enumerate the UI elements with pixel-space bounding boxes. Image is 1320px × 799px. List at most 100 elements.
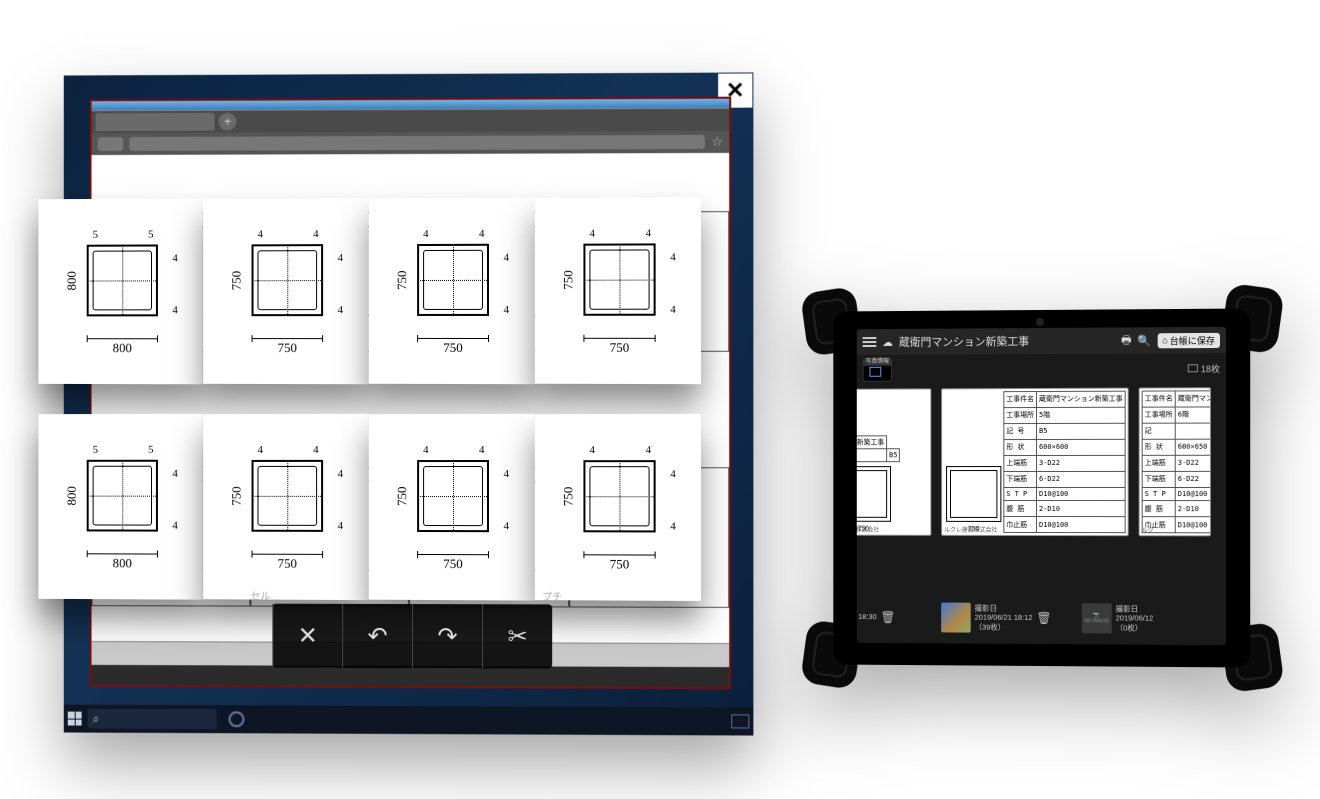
trash-icon[interactable]: 🗑 [880,610,895,624]
card-cell: 5階 [1037,407,1126,423]
card-cell: 6-D22 [1037,471,1126,487]
side-count: 4 [504,468,510,480]
card-cell: D10@100 [1037,487,1126,501]
url-field[interactable] [129,135,705,151]
cross-section-tile[interactable]: 4444750750 [368,197,534,384]
card-cell: 下端筋 [1142,471,1175,487]
top-count: 4 [589,228,595,240]
card-cell: 6-D22 [1175,471,1211,487]
card-cell: 3-D22 [1037,455,1126,471]
taskbar-search[interactable]: ⌕ [88,709,217,729]
side-count: 4 [172,252,177,264]
card-cell: D10@100 [1175,517,1211,533]
toolbar-redo-button[interactable]: ↷ [412,604,482,668]
taskbar-tray[interactable] [731,714,749,728]
card-cell: B5 [1037,423,1126,439]
card-cell: 記 号 [857,449,887,462]
bookmark-icon[interactable]: ☆ [711,134,723,150]
cross-section-tile[interactable]: 4 4 4 4 750 750 [203,198,368,384]
top-count: 4 [313,444,318,456]
card-diagram [946,466,1001,522]
tablet-device: ☁ 蔵衛門マンション新築工事 🖶 🔍 ⌂ 台帳に保存 写真情報 18枚 [804,286,1280,690]
blackboard-card[interactable]: 750工事件名蔵衛門マンション新築工事工事場所5階記 号B5形 状600×600… [941,388,1129,537]
photo-info-chip[interactable]: 写真情報 [863,358,892,382]
printer-icon[interactable]: 🖶 [1121,331,1131,350]
height-dim: 750 [561,244,575,316]
card-cell: 形 状 [1004,439,1037,455]
height-dim: 750 [395,460,409,532]
search-icon: ⌕ [93,711,100,726]
side-count: 4 [172,468,177,480]
menu-icon[interactable] [863,337,877,347]
crop-toolbar: セル プチ ✕ ↶ ↷ ✂ [272,604,552,669]
card-footer: ルクレ建設株式会社 [944,525,997,534]
card-cell: S T P [1004,487,1037,500]
card-cell: 腹 筋 [1004,501,1037,517]
counter-icon [1188,364,1198,372]
search-icon[interactable]: 🔍 [1138,334,1152,347]
card-footer: ルクレ建設株式会社 [857,525,880,534]
card-cell: B5 [887,449,900,462]
cortana-icon[interactable] [229,711,245,727]
cross-section-tile[interactable]: 4444750750 [368,414,534,601]
app-bar: ☁ 蔵衛門マンション新築工事 🖶 🔍 ⌂ 台帳に保存 [857,327,1226,355]
photo-icon [869,367,881,377]
top-count: 4 [423,228,428,240]
top-count: 4 [423,444,428,456]
cross-section-tile[interactable]: 5544800800 [38,198,202,384]
blackboard-card[interactable]: 工事件名蔵衛門マンショ工事場所6階記形 状600×650上端筋3-D22下端筋6… [1139,387,1211,536]
photo-thumbnail[interactable] [941,603,971,633]
new-tab-button[interactable]: + [219,113,237,131]
card-cell: ンション新築工事 [857,436,887,449]
nav-back-icon[interactable] [97,137,123,151]
side-count: 4 [670,304,676,316]
strip-line2: 2019/06/12 [1116,614,1154,624]
browser-tab[interactable] [95,113,214,131]
side-count: 4 [172,520,177,532]
width-dim: 750 [443,340,462,355]
card-cell: 記 [1142,423,1175,439]
top-count: 4 [313,228,318,240]
side-count: 4 [172,304,177,316]
strip-line3: （0枚） [1116,623,1154,633]
photo-strip[interactable]: 影日019/06/21 18:3039枚)🗑 [857,595,932,639]
counter-label: 18枚 [1201,362,1220,375]
save-label: 台帳に保存 [1170,333,1215,346]
blackboard-card[interactable]: ンション新築工事記 号B5750ルクレ建設株式会社 [857,388,932,535]
card-cell: 3-D22 [1175,455,1211,471]
width-dim: 750 [278,340,297,355]
trash-icon[interactable]: 🗑 [1036,611,1051,625]
cloud-icon: ☁ [882,335,893,348]
card-cell: 腹 筋 [1142,501,1175,517]
side-count: 4 [670,468,676,480]
top-count: 5 [148,229,153,241]
card-cell: 工事件名 [1142,391,1175,407]
top-count: 5 [148,444,153,456]
photo-strip[interactable]: 撮影日2019/06/21 18:12（39枚）🗑 [941,596,1072,641]
photo-strip[interactable]: 📷NO IMAGE撮影日2019/06/12（0枚）🗑 [1082,596,1154,641]
strip-line1: 撮影日 [1116,604,1154,614]
cross-section-tile[interactable]: 5544800800 [38,414,202,600]
top-count: 4 [257,444,262,456]
card-cell: 蔵衛門マンショ [1175,391,1211,407]
height-dim: 750 [230,244,244,316]
toolbar-cut-button[interactable]: ✂ [482,604,552,668]
card-cell: S T P [1142,487,1175,501]
start-button[interactable] [68,712,82,726]
cross-section-tile[interactable]: 4444750750 [535,197,701,384]
strip-line3: 39枚) [857,621,877,631]
toolbar-label-left: セル [250,588,270,603]
save-to-ledger-button[interactable]: ⌂ 台帳に保存 [1157,332,1220,347]
cross-section-tile[interactable]: 4444750750 [203,414,368,600]
width-dim: 750 [610,340,630,355]
side-count: 4 [338,252,343,264]
side-count: 4 [338,304,343,316]
card-cell: D10@100 [1037,517,1126,533]
toolbar-close-button[interactable]: ✕ [272,604,342,668]
width-dim: 800 [113,340,132,355]
top-count: 4 [257,228,262,240]
card-cell: 巾止筋 [1004,517,1037,533]
address-bar[interactable]: ☆ [92,131,730,155]
cross-section-tile[interactable]: 4444750750 [535,414,701,601]
toolbar-undo-button[interactable]: ↶ [342,604,412,668]
